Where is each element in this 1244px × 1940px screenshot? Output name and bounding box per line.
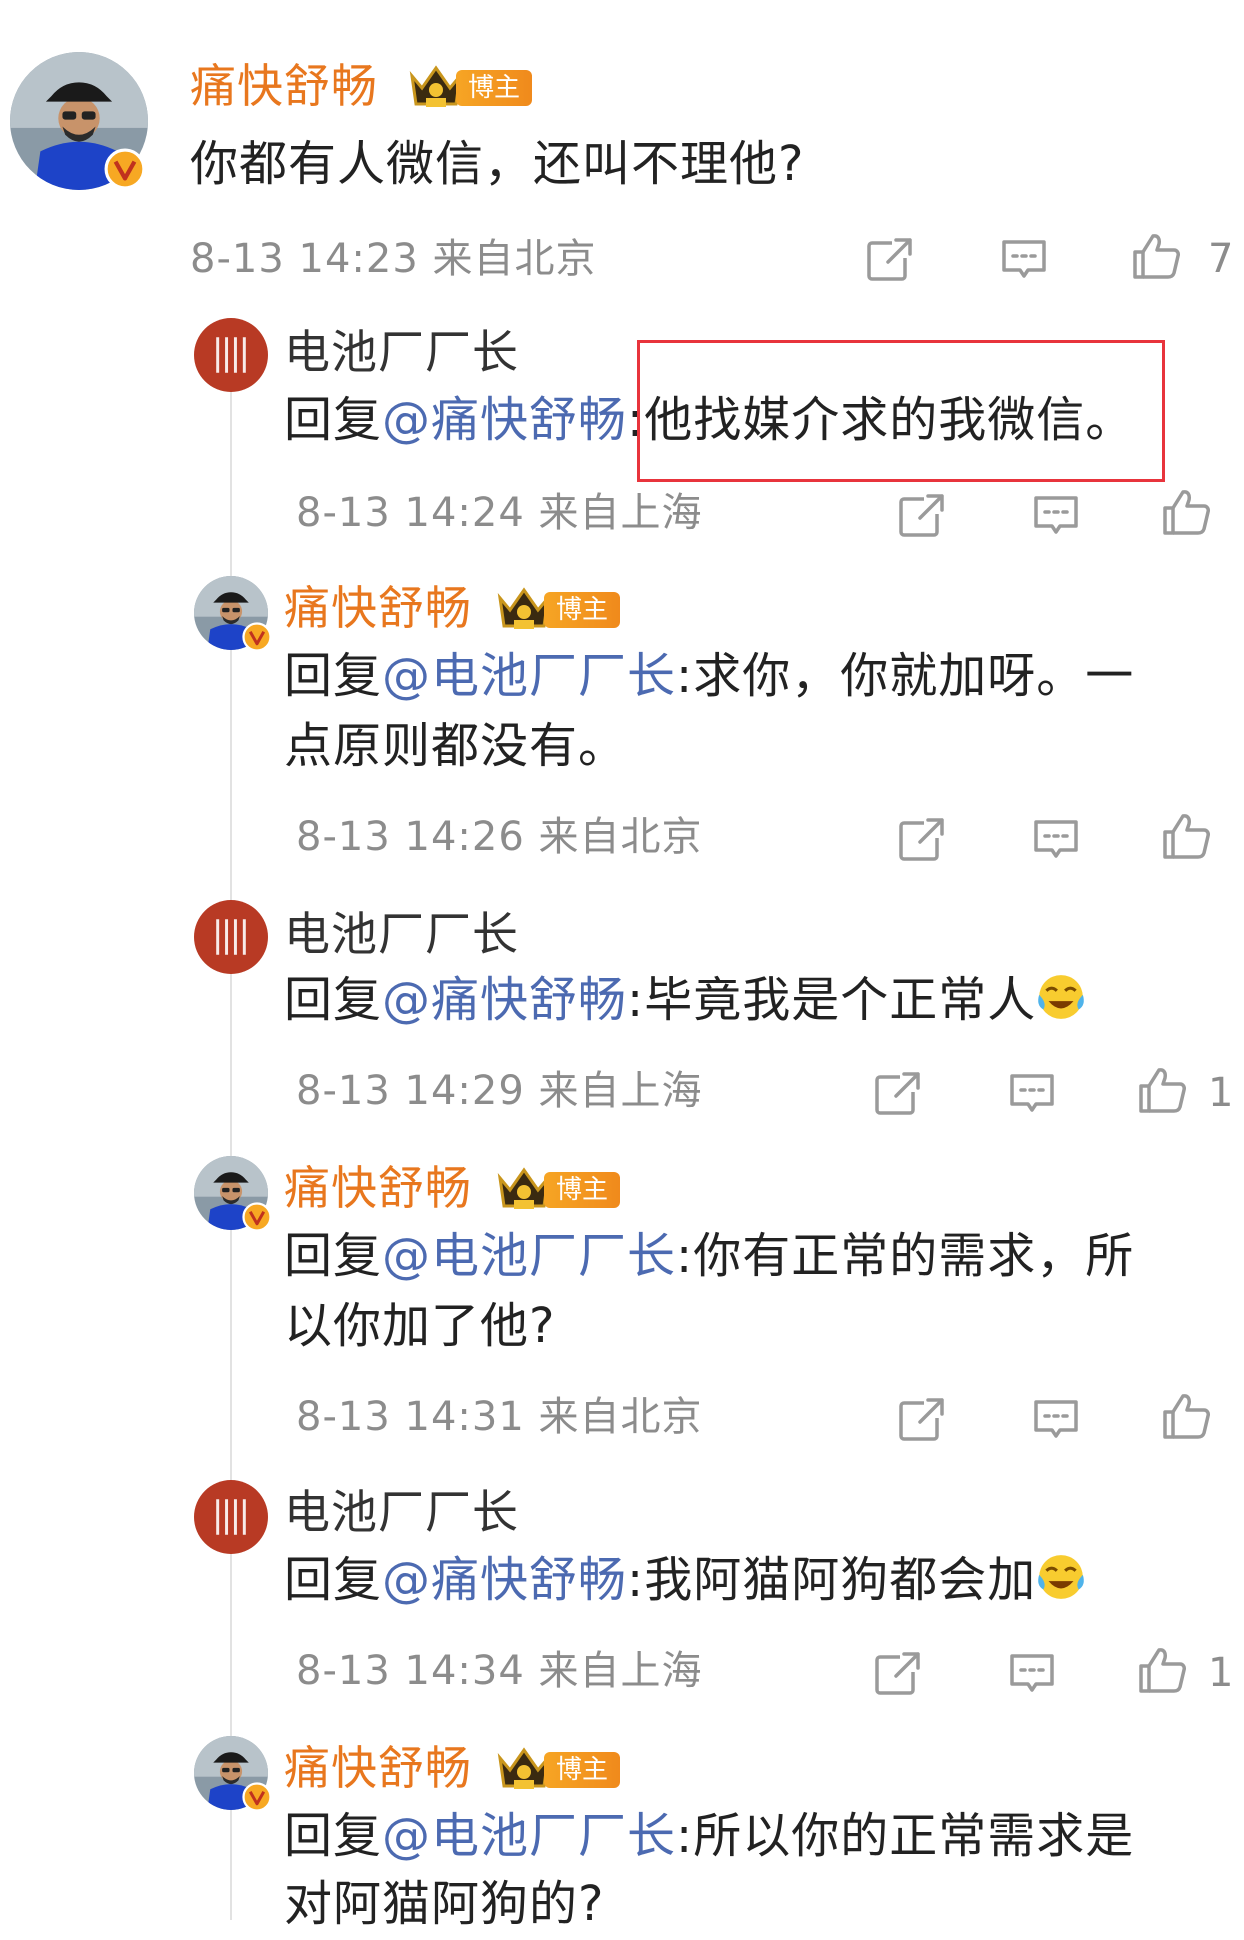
reply-prefix: 回复 [284, 1228, 383, 1284]
reply-meta: 8-13 14:24 来自上海 [296, 490, 703, 536]
avatar[interactable] [194, 900, 268, 974]
reply-prefix: 回复 [284, 1808, 383, 1864]
like-icon[interactable] [1160, 486, 1212, 538]
share-icon[interactable] [896, 1394, 948, 1446]
reply-separator: : [676, 648, 694, 704]
verified-badge-icon [242, 1202, 272, 1232]
share-icon[interactable] [872, 1068, 924, 1120]
share-icon[interactable] [872, 1648, 924, 1700]
reply-author[interactable]: 痛快舒畅 [284, 1160, 472, 1216]
like-count: 1 [1208, 1650, 1234, 1696]
blogger-badge: 博主 [496, 582, 620, 634]
reply-prefix: 回复 [284, 1552, 383, 1608]
laughing-crying-emoji-icon [1036, 972, 1086, 1022]
reply-meta: 8-13 14:31 来自北京 [296, 1394, 703, 1440]
reply-text: 回复@痛快舒畅:毕竟我是个正常人 [284, 964, 1086, 1036]
mention-link[interactable]: @电池厂厂长 [382, 648, 676, 704]
reply-text-line2: 以你加了他? [284, 1298, 556, 1354]
laughing-crying-emoji-icon [1036, 1552, 1086, 1602]
reply-prefix: 回复 [284, 392, 383, 448]
reply-body: 我阿猫阿狗都会加 [644, 1552, 1037, 1608]
avatar[interactable] [194, 576, 268, 650]
thread-line [230, 320, 232, 1920]
comment-icon[interactable] [998, 234, 1050, 286]
reply-author[interactable]: 痛快舒畅 [284, 580, 472, 636]
reply-author[interactable]: 痛快舒畅 [284, 1740, 472, 1796]
avatar[interactable] [10, 52, 148, 190]
mention-link[interactable]: @痛快舒畅 [382, 1552, 627, 1608]
avatar[interactable] [194, 318, 268, 392]
reply-author[interactable]: 电池厂厂长 [284, 906, 519, 962]
avatar[interactable] [194, 1156, 268, 1230]
comment-text: 你都有人微信，还叫不理他? [190, 136, 805, 192]
reply-text: 回复@电池厂厂长:求你，你就加呀。一 [284, 640, 1134, 712]
user-avatar-image [194, 1480, 268, 1554]
blogger-badge: 博主 [408, 60, 532, 112]
like-icon[interactable] [1136, 1064, 1188, 1116]
reply-body: 毕竟我是个正常人 [644, 972, 1037, 1028]
blogger-badge: 博主 [496, 1742, 620, 1794]
reply-text: 回复@电池厂厂长:你有正常的需求，所 [284, 1220, 1134, 1292]
like-icon[interactable] [1136, 1644, 1188, 1696]
reply-body: 所以你的正常需求是 [693, 1808, 1135, 1864]
reply-meta: 8-13 14:34 来自上海 [296, 1648, 703, 1694]
share-icon[interactable] [896, 490, 948, 542]
verified-badge-icon [104, 148, 146, 190]
verified-badge-icon [242, 1782, 272, 1812]
like-icon[interactable] [1130, 230, 1182, 282]
user-avatar-image [194, 318, 268, 392]
user-avatar-image [194, 900, 268, 974]
highlight-box [637, 340, 1165, 482]
reply-prefix: 回复 [284, 972, 383, 1028]
mention-link[interactable]: @痛快舒畅 [382, 392, 627, 448]
reply-separator: : [676, 1808, 694, 1864]
badge-label: 博主 [544, 1172, 620, 1208]
mention-link[interactable]: @电池厂厂长 [382, 1808, 676, 1864]
reply-author[interactable]: 电池厂厂长 [284, 1484, 519, 1540]
comment-icon[interactable] [1030, 1394, 1082, 1446]
reply-text: 回复@电池厂厂长:所以你的正常需求是 [284, 1800, 1134, 1872]
comment-icon[interactable] [1030, 814, 1082, 866]
reply-meta: 8-13 14:26 来自北京 [296, 814, 703, 860]
reply-separator: : [627, 972, 645, 1028]
reply-body: 求你，你就加呀。一 [693, 648, 1135, 704]
badge-label: 博主 [544, 1752, 620, 1788]
like-count: 1 [1208, 1070, 1234, 1116]
reply-separator: : [676, 1228, 694, 1284]
reply-text: 回复@痛快舒畅:我阿猫阿狗都会加 [284, 1544, 1086, 1616]
comment-author[interactable]: 痛快舒畅 [190, 58, 378, 114]
badge-label: 博主 [544, 592, 620, 628]
avatar[interactable] [194, 1480, 268, 1554]
comment-icon[interactable] [1006, 1068, 1058, 1120]
reply-separator: : [627, 1552, 645, 1608]
like-icon[interactable] [1160, 1390, 1212, 1442]
comment-icon[interactable] [1030, 490, 1082, 542]
mention-link[interactable]: @痛快舒畅 [382, 972, 627, 1028]
comment-icon[interactable] [1006, 1648, 1058, 1700]
reply-text-line2: 点原则都没有。 [284, 718, 628, 774]
reply-body: 你有正常的需求，所 [693, 1228, 1135, 1284]
like-count: 7 [1208, 236, 1234, 282]
share-icon[interactable] [896, 814, 948, 866]
reply-prefix: 回复 [284, 648, 383, 704]
like-icon[interactable] [1160, 810, 1212, 862]
mention-link[interactable]: @电池厂厂长 [382, 1228, 676, 1284]
avatar[interactable] [194, 1736, 268, 1810]
reply-text-line2: 对阿猫阿狗的? [284, 1876, 605, 1932]
reply-meta: 8-13 14:29 来自上海 [296, 1068, 703, 1114]
badge-label: 博主 [456, 70, 532, 106]
verified-badge-icon [242, 622, 272, 652]
blogger-badge: 博主 [496, 1162, 620, 1214]
share-icon[interactable] [864, 234, 916, 286]
comment-meta: 8-13 14:23 来自北京 [190, 236, 597, 282]
reply-author[interactable]: 电池厂厂长 [284, 324, 519, 380]
